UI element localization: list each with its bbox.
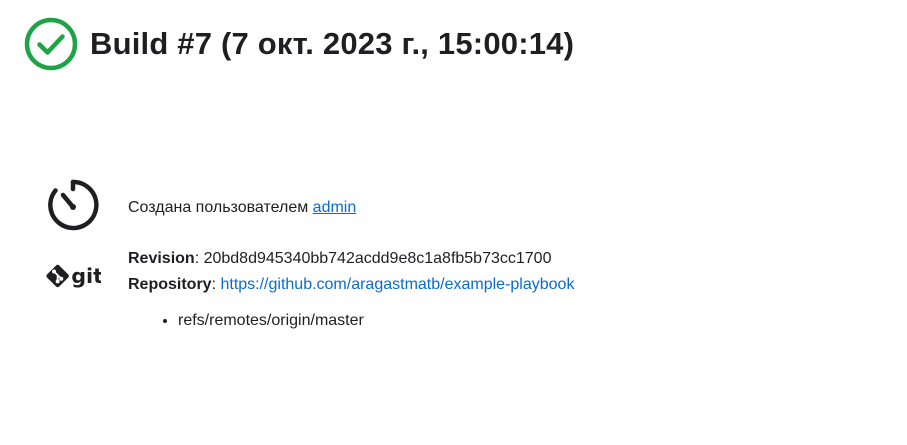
revision-value: 20bd8d945340bb742acdd9e8c1a8fb5b73cc1700 <box>203 250 552 267</box>
cause-label: Создана пользователем <box>128 199 313 216</box>
svg-text:git: git <box>71 264 101 288</box>
git-info-row: git Revision: 20bd8d945340bb742acdd9e8c1… <box>45 246 574 334</box>
revision-label: Revision <box>128 250 195 267</box>
timer-icon <box>48 179 99 231</box>
repository-link[interactable]: https://github.com/aragastmatb/example-p… <box>220 276 574 293</box>
branch-list: refs/remotes/origin/master <box>128 308 574 334</box>
branch-item: refs/remotes/origin/master <box>178 308 574 334</box>
cause-icon-container <box>45 178 101 232</box>
revision-line: Revision: 20bd8d945340bb742acdd9e8c1a8fb… <box>128 250 552 267</box>
user-link[interactable]: admin <box>313 199 357 216</box>
page-title: Build #7 (7 окт. 2023 г., 15:00:14) <box>90 26 575 61</box>
repository-line: Repository: https://github.com/aragastma… <box>128 276 575 293</box>
repository-label: Repository <box>128 276 212 293</box>
build-header: Build #7 (7 окт. 2023 г., 15:00:14) <box>24 17 574 71</box>
cause-text: Создана пользователем admin <box>128 195 356 221</box>
git-details: Revision: 20bd8d945340bb742acdd9e8c1a8fb… <box>128 246 574 334</box>
build-cause-row: Создана пользователем admin <box>45 178 356 232</box>
check-circle-icon <box>24 17 78 71</box>
git-logo-icon: git <box>46 264 101 288</box>
git-icon-container: git <box>45 262 101 290</box>
